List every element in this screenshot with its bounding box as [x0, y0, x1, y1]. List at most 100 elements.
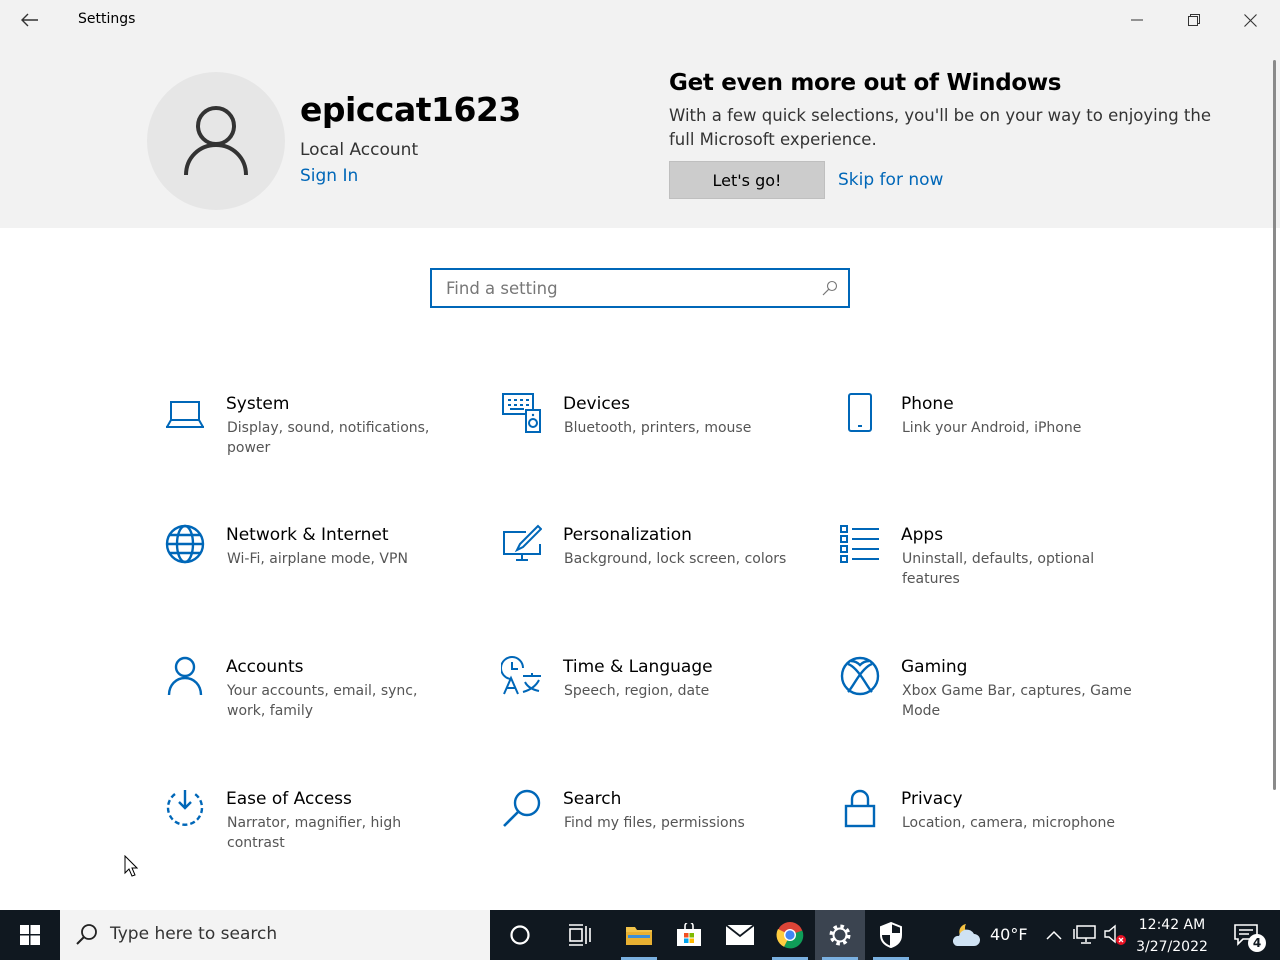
close-icon [1244, 13, 1257, 27]
cortana-icon [510, 925, 530, 945]
lets-go-button[interactable]: Let's go! [669, 161, 825, 199]
xbox-icon [839, 655, 881, 697]
category-network-internet[interactable]: Network & Internet Wi-Fi, airplane mode,… [164, 523, 464, 613]
show-hidden-icons-button[interactable] [1042, 910, 1066, 960]
gear-icon [829, 924, 851, 946]
category-name: Devices [563, 394, 630, 414]
keyboard-speaker-icon [501, 392, 543, 434]
notification-count-badge: 4 [1248, 934, 1266, 952]
category-time-language[interactable]: Time & Language Speech, region, date [501, 655, 801, 745]
back-arrow-icon [21, 13, 38, 27]
action-center-button[interactable]: 4 [1222, 910, 1270, 960]
category-gaming[interactable]: Gaming Xbox Game Bar, captures, Game Mod… [839, 655, 1139, 745]
category-accounts[interactable]: Accounts Your accounts, email, sync, wor… [164, 655, 464, 745]
clock-date: 3/27/2022 [1136, 939, 1208, 955]
weather-cloud-moon-icon [952, 924, 980, 946]
category-name: Personalization [563, 525, 692, 545]
category-name: Apps [901, 525, 944, 545]
windows-logo-icon [20, 925, 40, 945]
find-setting-input[interactable]: Find a setting [430, 268, 850, 308]
mail-icon [725, 924, 755, 945]
sign-in-link[interactable]: Sign In [300, 166, 358, 186]
back-button[interactable] [14, 6, 46, 34]
category-desc: Wi-Fi, airplane mode, VPN [227, 551, 408, 567]
category-personalization[interactable]: Personalization Background, lock screen,… [501, 523, 801, 613]
category-desc: Background, lock screen, colors [564, 551, 787, 567]
file-explorer-button[interactable] [614, 910, 664, 960]
category-name: Time & Language [563, 657, 713, 677]
restore-icon [1187, 14, 1200, 26]
skip-for-now-link[interactable]: Skip for now [838, 170, 943, 190]
category-desc: Find my files, permissions [564, 815, 745, 831]
category-privacy[interactable]: Privacy Location, camera, microphone [839, 787, 1139, 877]
category-desc: Your accounts, email, sync, work, family [227, 683, 418, 719]
restore-button[interactable] [1165, 0, 1222, 40]
person-icon [164, 655, 206, 697]
close-button[interactable] [1222, 0, 1279, 40]
category-name: Network & Internet [226, 525, 389, 545]
category-desc: Location, camera, microphone [902, 815, 1115, 831]
user-avatar-icon [184, 106, 248, 176]
promo-body: With a few quick selections, you'll be o… [669, 106, 1211, 149]
minimize-button[interactable] [1108, 0, 1165, 40]
search-icon [76, 924, 97, 945]
avatar[interactable] [147, 72, 285, 210]
title-bar: Settings [0, 0, 1280, 40]
category-name: Ease of Access [226, 789, 352, 809]
category-search[interactable]: Search Find my files, permissions [501, 787, 801, 877]
temperature[interactable]: 40°F [990, 925, 1028, 944]
apps-list-icon [839, 523, 881, 565]
paint-monitor-icon [501, 523, 543, 565]
category-apps[interactable]: Apps Uninstall, defaults, optional featu… [839, 523, 1139, 613]
network-tray-button[interactable] [1070, 910, 1100, 960]
category-devices[interactable]: Devices Bluetooth, printers, mouse [501, 392, 801, 482]
security-button[interactable] [866, 910, 916, 960]
settings-taskbar-button[interactable] [815, 910, 865, 960]
category-desc: Display, sound, notifications, power [227, 420, 430, 456]
globe-icon [164, 523, 206, 565]
category-desc: Speech, region, date [564, 683, 710, 699]
clock[interactable]: 12:42 AM 3/27/2022 [1132, 914, 1212, 958]
category-name: Search [563, 789, 622, 809]
search-icon [822, 280, 838, 296]
network-icon [1073, 925, 1096, 944]
start-button[interactable] [0, 910, 60, 960]
shield-icon [880, 922, 902, 948]
category-name: System [226, 394, 290, 414]
padlock-icon [839, 787, 881, 829]
taskbar: Type here to search 40°F 12:42 AM 3/27/2… [0, 910, 1280, 960]
scrollbar[interactable] [1273, 60, 1276, 790]
chrome-button[interactable] [765, 910, 815, 960]
chevron-up-icon [1046, 930, 1062, 940]
mail-button[interactable] [715, 910, 765, 960]
laptop-icon [164, 392, 206, 434]
category-name: Privacy [901, 789, 963, 809]
folder-icon [626, 927, 652, 945]
store-button[interactable] [664, 910, 714, 960]
category-system[interactable]: System Display, sound, notifications, po… [164, 392, 464, 482]
task-view-icon [569, 924, 591, 946]
taskbar-search-box[interactable]: Type here to search [60, 910, 490, 960]
category-name: Accounts [226, 657, 304, 677]
search-placeholder: Find a setting [446, 279, 558, 298]
category-desc: Xbox Game Bar, captures, Game Mode [902, 683, 1132, 719]
category-name: Gaming [901, 657, 968, 677]
taskbar-search-placeholder: Type here to search [110, 924, 278, 944]
category-phone[interactable]: Phone Link your Android, iPhone [839, 392, 1139, 482]
volume-tray-button[interactable] [1101, 910, 1129, 960]
phone-icon [839, 392, 881, 434]
mouse-cursor-icon [124, 855, 138, 877]
volume-muted-icon [1104, 924, 1126, 945]
category-ease-of-access[interactable]: Ease of Access Narrator, magnifier, high… [164, 787, 464, 877]
clock-time: 12:42 AM [1138, 917, 1206, 933]
magnifier-icon [501, 787, 543, 829]
username: epiccat1623 [300, 90, 521, 129]
window-title: Settings [78, 11, 136, 27]
cortana-button[interactable] [495, 910, 545, 960]
task-view-button[interactable] [555, 910, 605, 960]
category-name: Phone [901, 394, 954, 414]
ease-of-access-icon [164, 787, 206, 829]
category-desc: Bluetooth, printers, mouse [564, 420, 752, 436]
category-desc: Uninstall, defaults, optional features [902, 551, 1095, 587]
account-header: epiccat1623 Local Account Sign In Get ev… [0, 40, 1280, 228]
